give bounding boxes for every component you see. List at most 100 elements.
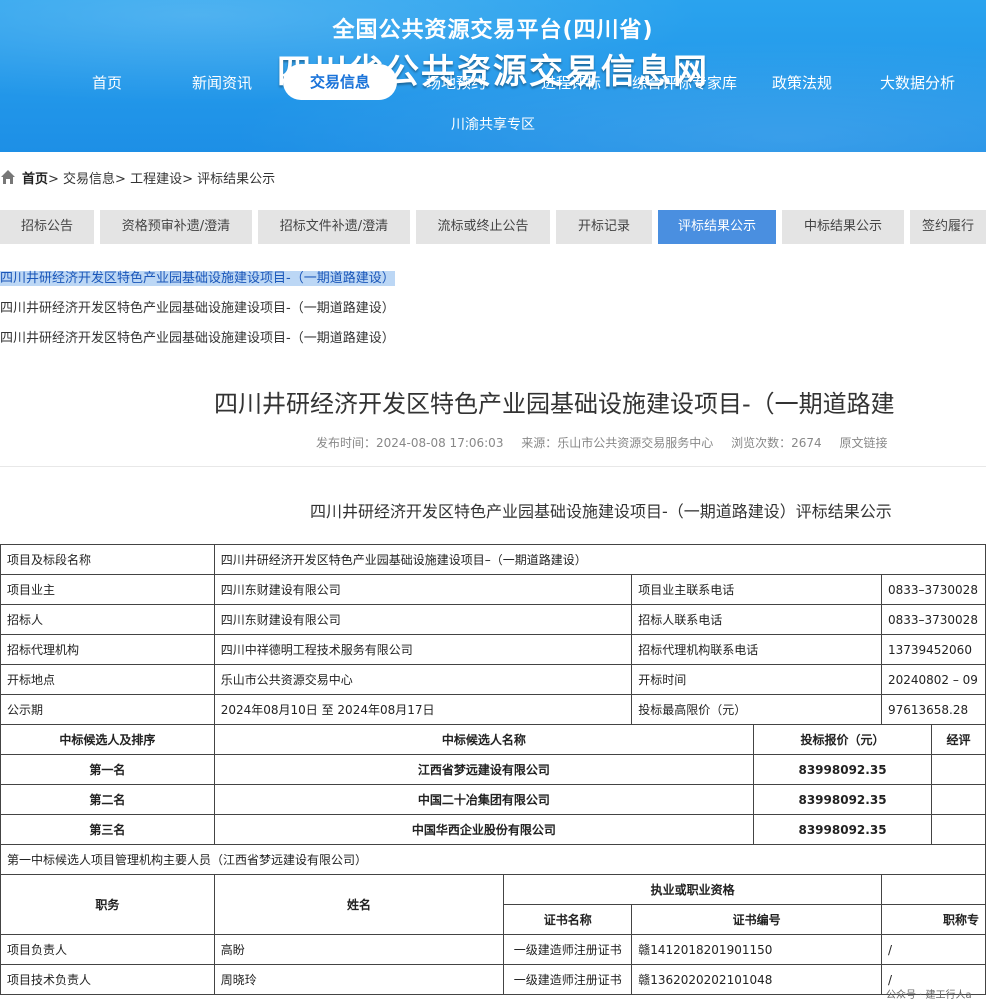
nav-policies[interactable]: 政策法规 (772, 72, 832, 93)
nav-chuanyu-zone[interactable]: 川渝共享专区 (0, 114, 986, 134)
category-tabs: 招标公告 资格预审补遗/澄清 招标文件补遗/澄清 流标或终止公告 开标记录 评标… (0, 210, 986, 244)
cert-number: 赣1412018201901150 (631, 934, 882, 965)
label-cell: 开标时间 (631, 664, 882, 695)
list-item[interactable]: 四川井研经济开发区特色产业园基础设施建设项目-（一期道路建设） (0, 298, 986, 328)
publish-time: 发布时间：2024-08-08 17:06:03 (316, 436, 504, 450)
tab-contract-performance[interactable]: 签约履行 (910, 210, 986, 244)
header-cell: 证书编号 (631, 904, 882, 935)
tenderer-phone: 0833–3730028 (880, 604, 986, 635)
header-cell: 经评 (930, 724, 986, 755)
table-row: 第一中标候选人项目管理机构主要人员（江西省梦远建设有限公司） (0, 844, 986, 875)
tab-award-result[interactable]: 中标结果公示 (782, 210, 904, 244)
header-cell (880, 874, 986, 905)
opening-location: 乐山市公共资源交易中心 (213, 664, 633, 695)
view-count: 浏览次数：2674 (731, 436, 822, 450)
personnel-name: 高盼 (213, 934, 505, 965)
project-owner: 四川东财建设有限公司 (213, 574, 633, 605)
site-header: 全国公共资源交易平台(四川省) 四川省公共资源交易信息网 首页 新闻资讯 交易信… (0, 0, 986, 152)
article-meta: 发布时间：2024-08-08 17:06:03 来源：乐山市公共资源交易服务中… (316, 434, 902, 451)
candidate-extra (930, 814, 986, 845)
list-item[interactable]: 四川井研经济开发区特色产业园基础设施建设项目-（一期道路建设） (0, 268, 986, 298)
table-row: 职务 姓名 执业或职业资格 (0, 874, 986, 935)
nav-venue-booking[interactable]: 场地预约 (426, 72, 486, 93)
tab-evaluation-result[interactable]: 评标结果公示 (658, 210, 776, 244)
candidate-extra (930, 784, 986, 815)
home-icon (0, 169, 16, 185)
watermark: 公众号 · 建工行人a (886, 990, 972, 1001)
table-row: 招标代理机构 四川中祥德明工程技术服务有限公司 招标代理机构联系电话 13739… (0, 634, 986, 665)
candidate-name: 中国二十冶集团有限公司 (213, 784, 755, 815)
result-table: 项目及标段名称 四川井研经济开发区特色产业园基础设施建设项目–（一期道路建设） … (0, 544, 986, 995)
label-cell: 公示期 (0, 694, 215, 725)
tab-opening-record[interactable]: 开标记录 (556, 210, 652, 244)
tab-tender-doc-addendum[interactable]: 招标文件补遗/澄清 (258, 210, 410, 244)
table-row: 公示期 2024年08月10日 至 2024年08月17日 投标最高限价（元） … (0, 694, 986, 725)
personnel-role: 项目负责人 (0, 934, 215, 965)
header-cell: 执业或职业资格 (503, 874, 882, 905)
breadcrumb-path[interactable]: > 交易信息> 工程建设> 评标结果公示 (48, 168, 275, 187)
professional-title: / (880, 934, 986, 965)
label-cell: 项目业主联系电话 (631, 574, 882, 605)
header-cell: 姓名 (213, 874, 505, 935)
document-title: 四川井研经济开发区特色产业园基础设施建设项目-（一期道路建设）评标结果公示 (310, 502, 892, 521)
site-title: 四川省公共资源交易信息网 (277, 52, 709, 92)
tab-prequal-addendum[interactable]: 资格预审补遗/澄清 (100, 210, 252, 244)
cert-name: 一级建造师注册证书 (503, 934, 633, 965)
cert-number: 赣1362020202101048 (631, 964, 882, 995)
breadcrumb: 首页 > 交易信息> 工程建设> 评标结果公示 (0, 166, 275, 188)
table-row: 招标人 四川东财建设有限公司 招标人联系电话 0833–3730028 (0, 604, 986, 635)
table-row: 项目业主 四川东财建设有限公司 项目业主联系电话 0833–3730028 (0, 574, 986, 605)
label-cell: 招标人联系电话 (631, 604, 882, 635)
nav-trade-info[interactable]: 交易信息 (283, 64, 397, 100)
article-title: 四川井研经济开发区特色产业园基础设施建设项目-（一期道路建 (214, 390, 895, 418)
table-row: 第三名 中国华西企业股份有限公司 83998092.35 (0, 814, 986, 845)
agency: 四川中祥德明工程技术服务有限公司 (213, 634, 633, 665)
agency-phone: 13739452060 (880, 634, 986, 665)
tab-tender-notice[interactable]: 招标公告 (0, 210, 94, 244)
nav-expert-pool[interactable]: 综合评标专家库 (632, 72, 737, 93)
label-cell: 招标代理机构 (0, 634, 215, 665)
list-item[interactable]: 四川井研经济开发区特色产业园基础设施建设项目-（一期道路建设） (0, 328, 986, 358)
header-cell: 中标候选人名称 (213, 724, 755, 755)
nav-big-data[interactable]: 大数据分析 (880, 72, 955, 93)
header-cell: 职称专 (880, 904, 986, 935)
publicity-period: 2024年08月10日 至 2024年08月17日 (213, 694, 633, 725)
cert-name: 一级建造师注册证书 (503, 964, 633, 995)
nav-home[interactable]: 首页 (92, 72, 122, 93)
personnel-name: 周晓玲 (213, 964, 505, 995)
divider (0, 466, 986, 467)
tenderer: 四川东财建设有限公司 (213, 604, 633, 635)
table-row: 项目技术负责人 周晓玲 一级建造师注册证书 赣1362020202101048 … (0, 964, 986, 995)
project-name: 四川井研经济开发区特色产业园基础设施建设项目–（一期道路建设） (213, 544, 986, 575)
table-row: 中标候选人及排序 中标候选人名称 投标报价（元） 经评 (0, 724, 986, 755)
nav-bid-evaluation[interactable]: 进程评标 (541, 72, 601, 93)
candidate-price: 83998092.35 (753, 754, 932, 785)
breadcrumb-home[interactable]: 首页 (22, 168, 48, 187)
label-cell: 项目业主 (0, 574, 215, 605)
label-cell: 投标最高限价（元） (631, 694, 882, 725)
site-subtitle: 全国公共资源交易平台(四川省) (332, 18, 654, 43)
owner-phone: 0833–3730028 (880, 574, 986, 605)
table-row: 项目及标段名称 四川井研经济开发区特色产业园基础设施建设项目–（一期道路建设） (0, 544, 986, 575)
candidate-name: 江西省梦远建设有限公司 (213, 754, 755, 785)
candidate-extra (930, 754, 986, 785)
personnel-caption: 第一中标候选人项目管理机构主要人员（江西省梦远建设有限公司） (0, 844, 986, 875)
header-cell: 中标候选人及排序 (0, 724, 215, 755)
candidate-rank: 第一名 (0, 754, 215, 785)
original-link[interactable]: 原文链接 (840, 436, 888, 450)
article-source: 来源：乐山市公共资源交易服务中心 (521, 436, 714, 450)
label-cell: 招标代理机构联系电话 (631, 634, 882, 665)
candidate-rank: 第二名 (0, 784, 215, 815)
table-row: 项目负责人 高盼 一级建造师注册证书 赣1412018201901150 / (0, 934, 986, 965)
candidate-name: 中国华西企业股份有限公司 (213, 814, 755, 845)
candidate-rank: 第三名 (0, 814, 215, 845)
table-row: 第一名 江西省梦远建设有限公司 83998092.35 (0, 754, 986, 785)
candidate-price: 83998092.35 (753, 814, 932, 845)
tab-failed-or-terminated[interactable]: 流标或终止公告 (416, 210, 550, 244)
label-cell: 项目及标段名称 (0, 544, 215, 575)
candidate-price: 83998092.35 (753, 784, 932, 815)
max-price: 97613658.28 (880, 694, 986, 725)
header-cell: 证书名称 (503, 904, 633, 935)
header-cell: 投标报价（元） (753, 724, 932, 755)
nav-news[interactable]: 新闻资讯 (192, 72, 252, 93)
